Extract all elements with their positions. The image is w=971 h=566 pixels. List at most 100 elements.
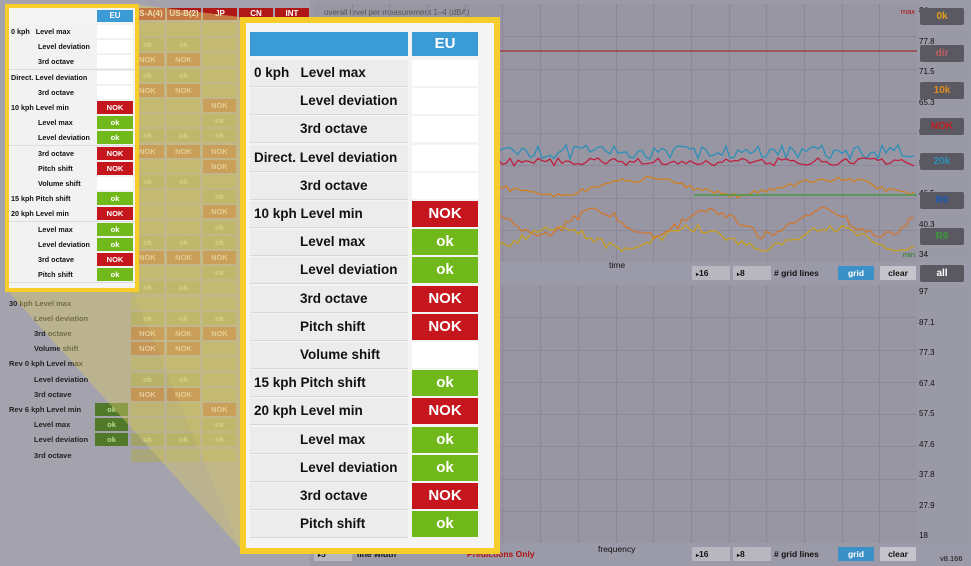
series-toggle-7[interactable]: all	[920, 265, 964, 282]
matrix-cell: ok	[167, 235, 200, 249]
big-row-label-cell: Pitch shift	[250, 313, 408, 341]
y-tick-label: 97	[919, 287, 928, 296]
big-row-label: Volume shift	[300, 347, 381, 362]
matrix-row-label: 3rd octave	[34, 329, 72, 338]
matrix-cell: ok	[167, 433, 200, 447]
small-eu-result: ok	[97, 268, 133, 282]
big-row-label: 3rd octave	[300, 488, 368, 503]
matrix-cell	[167, 114, 200, 128]
matrix-cell	[203, 357, 236, 371]
series-toggle-0[interactable]: 0k	[920, 8, 964, 25]
big-row-label: 10 kph Level min	[254, 206, 363, 221]
grid-button-2[interactable]: grid	[838, 547, 874, 561]
y-tick-label: 87.1	[919, 317, 935, 327]
matrix-cell: NOK	[203, 159, 236, 173]
y-grid-lines-field[interactable]: ▸8	[733, 266, 771, 280]
y-tick-label: 67.4	[919, 378, 935, 388]
matrix-header-3: JP	[203, 8, 237, 20]
y-tick-label: 77.3	[919, 348, 935, 357]
big-table-row: 3rd octave NOK	[250, 285, 486, 313]
series-20k-line	[493, 143, 915, 162]
big-row-label: 15 kph Pitch shift	[254, 375, 366, 391]
matrix-row-label: Level deviation	[34, 435, 89, 445]
clear-button[interactable]: clear	[880, 266, 916, 280]
small-table-row: 3rd octave NOK	[9, 252, 135, 268]
series-toggle-2[interactable]: 10k	[920, 82, 964, 99]
matrix-cell	[167, 266, 200, 280]
matrix-cell	[95, 388, 128, 401]
matrix-header-2: US-B(2)	[167, 8, 201, 20]
matrix-cell: ok	[167, 372, 200, 386]
matrix-cell: ok	[131, 433, 164, 447]
matrix-cell: ok	[167, 175, 200, 188]
x-grid-lines-field[interactable]: ▸16	[692, 266, 730, 280]
small-table-row: 20 kph Level min NOK	[9, 206, 135, 223]
matrix-cell	[95, 449, 128, 462]
big-eu-header: EU	[412, 32, 478, 56]
big-row-label: Level deviation	[300, 459, 398, 475]
small-row-label: 10 kph Level min	[11, 103, 69, 112]
big-row-label: 20 kph Level min	[254, 403, 363, 419]
x-grid-lines-field-2[interactable]: ▸16	[692, 547, 730, 561]
small-eu-result: NOK	[97, 253, 133, 266]
matrix-cell	[203, 38, 236, 52]
matrix-cell: NOK	[167, 342, 200, 356]
grid-lines-label-2: # grid lines	[774, 549, 819, 559]
matrix-row-label: 3rd octave	[34, 389, 72, 399]
matrix-cell	[203, 448, 236, 462]
matrix-cell: ok	[203, 266, 236, 280]
grid-button[interactable]: grid	[838, 266, 874, 280]
matrix-cell	[167, 448, 200, 462]
big-row-label-cell: Direct. Level deviation	[250, 144, 408, 172]
clear-button-2[interactable]: clear	[880, 547, 916, 561]
y-tick-label: 71.5	[919, 67, 935, 76]
matrix-cell	[95, 327, 128, 340]
matrix-cell: ok	[203, 220, 236, 234]
big-row-label: Level deviation	[300, 93, 398, 109]
big-row-label-cell: Level max	[250, 426, 408, 454]
small-eu-result: ok	[97, 192, 133, 206]
small-row-label: 20 kph Level min	[11, 209, 69, 219]
small-table-row: 3rd octave	[9, 84, 135, 101]
matrix-cell: ok	[203, 235, 236, 249]
big-eu-result: ok	[412, 426, 478, 453]
matrix-cell	[131, 418, 164, 432]
matrix-cell: ok	[203, 311, 236, 325]
frequency-y-axis: 97 87.1 77.3 67.4 57.5 47.6 37.8 27.9 18	[917, 285, 969, 543]
small-table-row: 15 kph Pitch shift ok	[9, 191, 135, 208]
series-toggle-6[interactable]: R6	[920, 228, 964, 245]
big-header-bar	[250, 32, 408, 56]
big-row-label: 0 kph Level max	[254, 65, 366, 80]
small-eu-header: EU	[97, 10, 133, 22]
matrix-cell: NOK	[167, 53, 200, 67]
big-table-row: Level max ok	[250, 229, 486, 257]
matrix-cell	[167, 357, 200, 371]
matrix-cell	[203, 23, 236, 36]
small-table-row: Volume shift	[9, 176, 135, 192]
small-table-row: Level deviation	[9, 39, 135, 56]
matrix-cell: NOK	[203, 144, 236, 158]
matrix-row-label: 30 kph Level max	[9, 298, 72, 308]
matrix-cell	[167, 403, 200, 416]
big-table-row: Pitch shift NOK	[250, 313, 486, 341]
small-table-row: Pitch shift NOK	[9, 160, 135, 177]
matrix-row-label: Level deviation	[34, 313, 89, 323]
frequency-axis-label: frequency	[598, 544, 636, 554]
y-grid-lines-field-2[interactable]: ▸8	[733, 547, 771, 561]
series-toggle-3[interactable]: NOK	[920, 118, 964, 135]
big-eu-result	[412, 60, 478, 86]
big-row-label-cell: Volume shift	[250, 342, 408, 369]
series-toggle-5[interactable]: R0	[920, 192, 964, 209]
matrix-cell: ok	[167, 38, 200, 52]
matrix-cell	[95, 297, 128, 310]
small-eu-result: NOK	[97, 207, 133, 221]
big-row-label-cell: 20 kph Level min	[250, 398, 408, 426]
small-row-label: Pitch shift	[38, 270, 73, 280]
big-eu-result: ok	[412, 229, 478, 256]
series-toggle-1[interactable]: dir	[920, 45, 964, 62]
matrix-cell	[95, 342, 128, 355]
matrix-cell	[167, 296, 200, 310]
series-toggle-4[interactable]: 20k	[920, 153, 964, 170]
magnified-eu-table: EU 0 kph Level max Level deviation 3rd oct…	[240, 17, 500, 554]
big-eu-result	[412, 342, 478, 368]
